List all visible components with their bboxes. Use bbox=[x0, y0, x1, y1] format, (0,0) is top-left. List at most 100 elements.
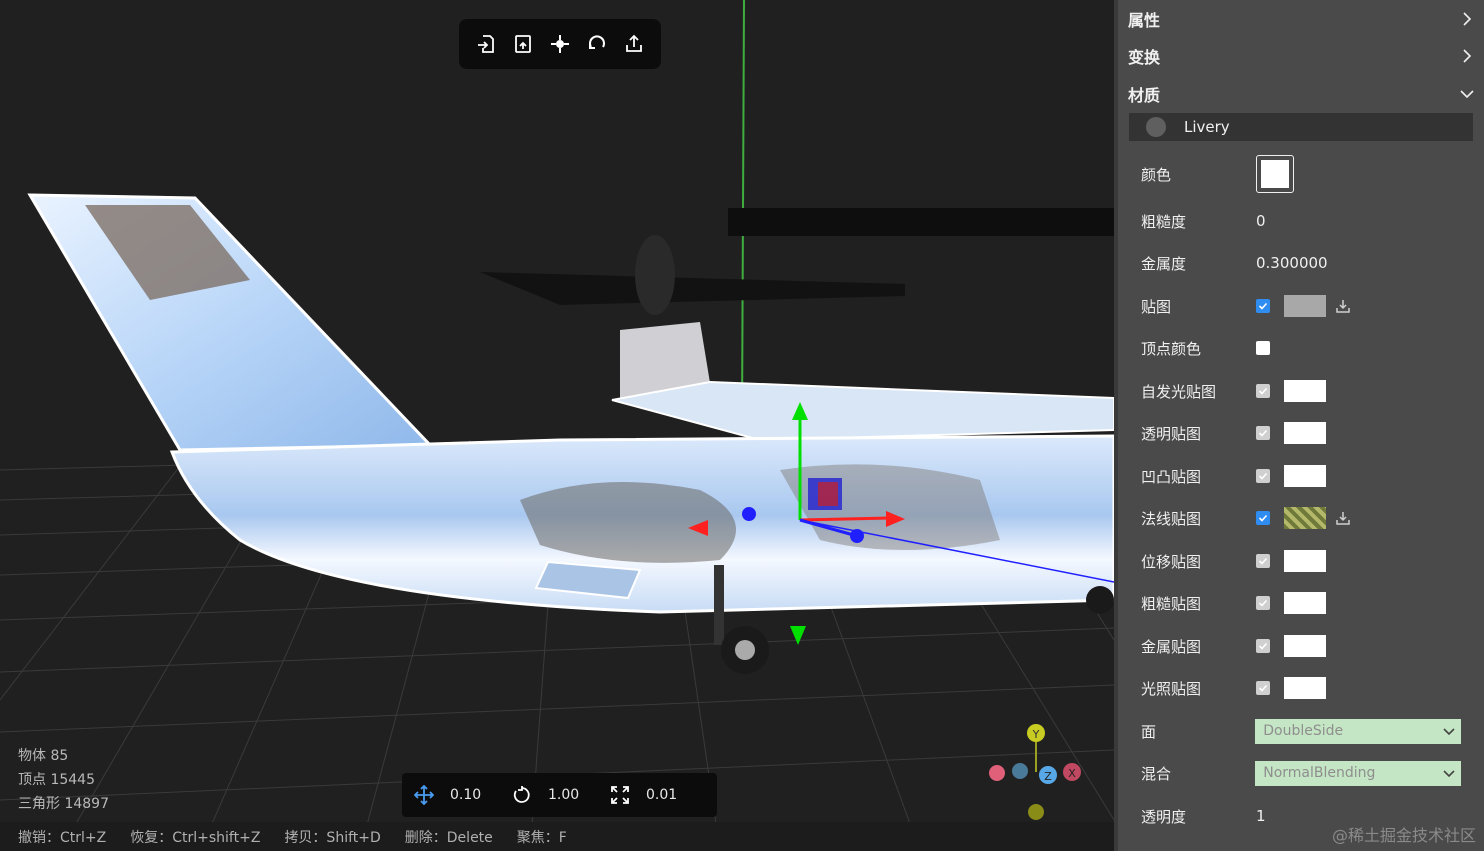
light-map-checkbox[interactable] bbox=[1256, 681, 1270, 695]
material-preview-icon bbox=[1146, 117, 1166, 137]
rotate-snap[interactable]: 1.00 bbox=[512, 785, 598, 805]
material-selector[interactable]: Livery bbox=[1129, 113, 1473, 141]
metalness-map-row: 金属贴图 bbox=[1141, 631, 1461, 661]
alpha-map-swatch[interactable] bbox=[1284, 422, 1326, 444]
emissive-map-label: 自发光贴图 bbox=[1141, 382, 1217, 401]
metalness-row: 金属度 0.300000 bbox=[1141, 248, 1461, 278]
displacement-map-checkbox[interactable] bbox=[1256, 554, 1270, 568]
section-properties-label: 属性 bbox=[1128, 11, 1161, 30]
material-name: Livery bbox=[1184, 118, 1230, 136]
chevron-down-icon bbox=[1443, 728, 1455, 736]
alpha-map-label: 透明贴图 bbox=[1141, 424, 1202, 443]
3d-viewport[interactable]: Y X Z 物体 85 顶点 15445 三角形 14897 0.10 1.00… bbox=[0, 0, 1114, 851]
displacement-map-swatch[interactable] bbox=[1284, 550, 1326, 572]
roughness-map-row: 粗糙贴图 bbox=[1141, 588, 1461, 618]
scale-snap-value[interactable]: 0.01 bbox=[646, 787, 696, 803]
translate-snap[interactable]: 0.10 bbox=[414, 785, 500, 805]
normal-map-label: 法线贴图 bbox=[1141, 509, 1202, 528]
section-properties[interactable]: 属性 bbox=[1128, 4, 1474, 34]
download-icon[interactable] bbox=[1334, 509, 1352, 527]
move-icon bbox=[414, 785, 434, 805]
normal-map-checkbox[interactable] bbox=[1256, 511, 1270, 525]
section-transform-label: 变换 bbox=[1128, 48, 1161, 67]
map-row: 贴图 bbox=[1141, 291, 1461, 321]
object-count: 物体 85 bbox=[18, 748, 69, 764]
viewport-toolbar bbox=[459, 19, 661, 69]
bump-map-swatch[interactable] bbox=[1284, 465, 1326, 487]
normal-map-swatch[interactable] bbox=[1284, 507, 1326, 529]
vertex-color-row: 顶点颜色 bbox=[1141, 333, 1461, 363]
roughness-map-swatch[interactable] bbox=[1284, 592, 1326, 614]
blending-label: 混合 bbox=[1141, 764, 1172, 783]
svg-text:Z: Z bbox=[1044, 770, 1052, 783]
section-transform[interactable]: 变换 bbox=[1128, 41, 1474, 71]
chevron-right-icon bbox=[1463, 12, 1472, 26]
property-panel: 属性 变换 材质 Livery 颜色 粗糙度 0 金属度 0.300000 贴图… bbox=[1118, 0, 1484, 851]
color-row: 颜色 bbox=[1141, 155, 1461, 193]
bump-map-checkbox[interactable] bbox=[1256, 469, 1270, 483]
scale-icon bbox=[611, 786, 629, 804]
blending-select-value: NormalBlending bbox=[1263, 765, 1376, 781]
translate-snap-value[interactable]: 0.10 bbox=[450, 787, 500, 803]
svg-text:X: X bbox=[1068, 767, 1076, 780]
blending-select[interactable]: NormalBlending bbox=[1255, 760, 1461, 786]
triangle-count: 三角形 14897 bbox=[18, 796, 109, 812]
map-texture-swatch[interactable] bbox=[1284, 295, 1326, 317]
axis-helper: Y X Z bbox=[989, 724, 1081, 820]
vertex-count: 顶点 15445 bbox=[18, 772, 95, 788]
map-label: 贴图 bbox=[1141, 297, 1172, 316]
snap-settings-bar: 0.10 1.00 0.01 bbox=[402, 773, 717, 817]
center-icon[interactable] bbox=[547, 31, 573, 57]
emissive-map-swatch[interactable] bbox=[1284, 380, 1326, 402]
metalness-map-swatch[interactable] bbox=[1284, 635, 1326, 657]
emissive-map-checkbox[interactable] bbox=[1256, 384, 1270, 398]
metalness-input[interactable]: 0.300000 bbox=[1256, 254, 1328, 272]
export-file-icon[interactable] bbox=[510, 31, 536, 57]
shortcut-copy: 拷贝：Shift+D bbox=[284, 829, 381, 846]
normal-map-row: 法线贴图 bbox=[1141, 503, 1461, 533]
rotate-snap-value[interactable]: 1.00 bbox=[548, 787, 598, 803]
light-map-swatch[interactable] bbox=[1284, 677, 1326, 699]
section-material[interactable]: 材质 bbox=[1128, 79, 1474, 109]
roughness-input[interactable]: 0 bbox=[1256, 212, 1266, 230]
alpha-map-checkbox[interactable] bbox=[1256, 426, 1270, 440]
chevron-down-icon bbox=[1443, 770, 1455, 778]
share-icon[interactable] bbox=[621, 31, 647, 57]
scale-snap[interactable]: 0.01 bbox=[610, 785, 696, 805]
watermark: @稀土掘金技术社区 bbox=[1331, 826, 1476, 845]
side-label: 面 bbox=[1141, 722, 1157, 741]
alpha-map-row: 透明贴图 bbox=[1141, 418, 1461, 448]
rotate-icon[interactable] bbox=[584, 31, 610, 57]
opacity-label: 透明度 bbox=[1141, 807, 1187, 826]
blending-row: 混合 NormalBlending bbox=[1141, 758, 1461, 788]
light-map-label: 光照贴图 bbox=[1141, 679, 1202, 698]
metalness-map-label: 金属贴图 bbox=[1141, 637, 1202, 656]
roughness-map-label: 粗糙贴图 bbox=[1141, 594, 1202, 613]
side-row: 面 DoubleSide bbox=[1141, 716, 1461, 746]
side-select[interactable]: DoubleSide bbox=[1255, 718, 1461, 744]
roughness-label: 粗糙度 bbox=[1141, 212, 1187, 231]
bump-map-row: 凹凸贴图 bbox=[1141, 461, 1461, 491]
scene-canvas[interactable]: Y X Z bbox=[0, 0, 1114, 851]
opacity-input[interactable]: 1 bbox=[1256, 807, 1266, 825]
displacement-map-row: 位移贴图 bbox=[1141, 546, 1461, 576]
download-icon[interactable] bbox=[1334, 297, 1352, 315]
map-checkbox[interactable] bbox=[1256, 299, 1270, 313]
metalness-map-checkbox[interactable] bbox=[1256, 639, 1270, 653]
metalness-label: 金属度 bbox=[1141, 254, 1187, 273]
roughness-map-checkbox[interactable] bbox=[1256, 596, 1270, 610]
side-select-value: DoubleSide bbox=[1263, 723, 1344, 739]
chevron-right-icon bbox=[1463, 49, 1472, 63]
vertex-color-checkbox[interactable] bbox=[1256, 341, 1270, 355]
shortcut-undo: 撤销：Ctrl+Z bbox=[18, 829, 107, 846]
color-picker[interactable] bbox=[1256, 155, 1294, 193]
vertex-color-label: 顶点颜色 bbox=[1141, 339, 1202, 358]
section-material-label: 材质 bbox=[1128, 86, 1161, 105]
displacement-map-label: 位移贴图 bbox=[1141, 552, 1202, 571]
rotate-snap-icon bbox=[513, 786, 530, 803]
color-label: 颜色 bbox=[1141, 165, 1172, 184]
light-map-row: 光照贴图 bbox=[1141, 673, 1461, 703]
bump-map-label: 凹凸贴图 bbox=[1141, 467, 1202, 486]
shortcut-delete: 删除：Delete bbox=[404, 829, 493, 846]
import-icon[interactable] bbox=[473, 31, 499, 57]
